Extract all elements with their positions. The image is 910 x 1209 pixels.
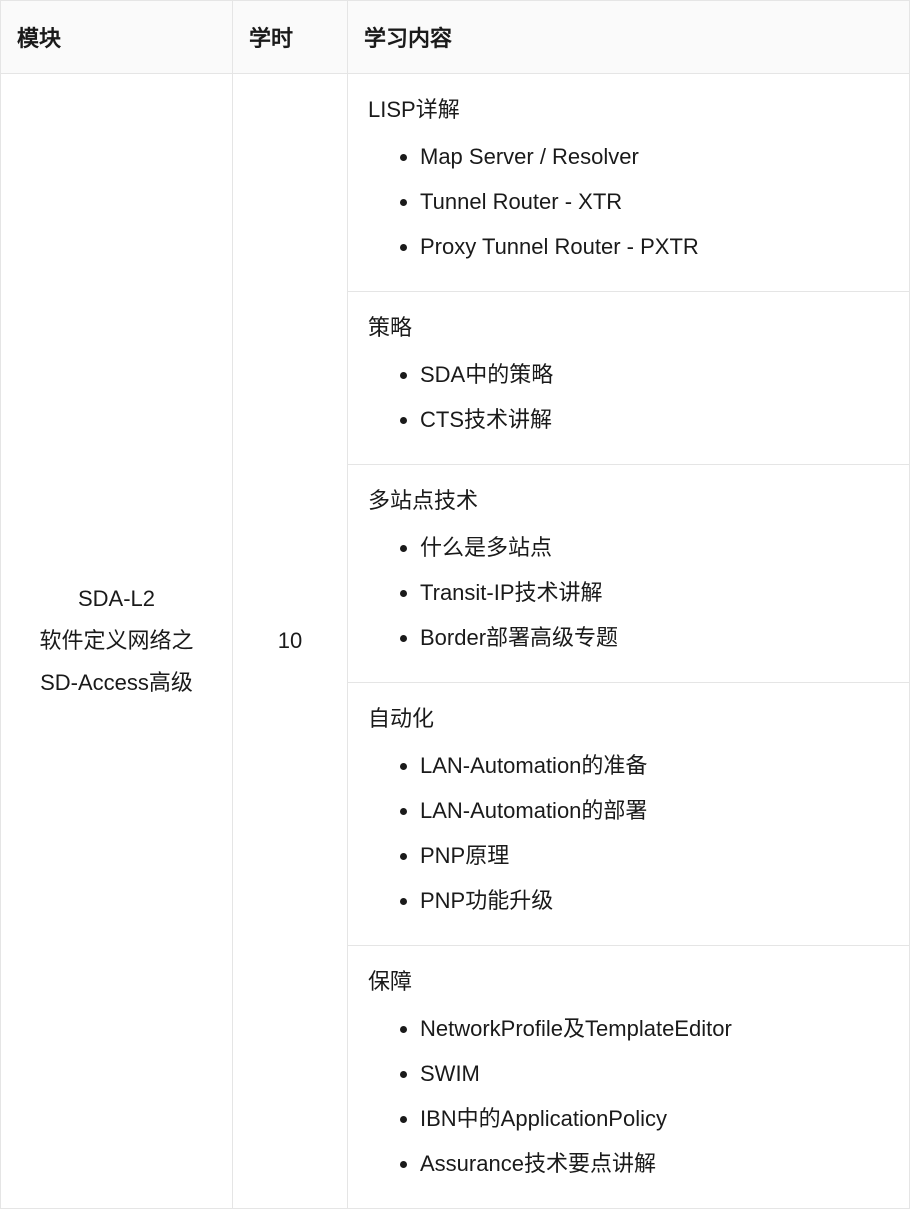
content-section: 策略 SDA中的策略 CTS技术讲解 xyxy=(348,292,909,465)
content-cell: LISP详解 Map Server / Resolver Tunnel Rout… xyxy=(348,74,910,1209)
list-item: Tunnel Router - XTR xyxy=(420,179,889,224)
content-section: 保障 NetworkProfile及TemplateEditor SWIM IB… xyxy=(348,946,909,1208)
list-item: Proxy Tunnel Router - PXTR xyxy=(420,224,889,269)
section-list: LAN-Automation的准备 LAN-Automation的部署 PNP原… xyxy=(368,743,889,923)
section-list: NetworkProfile及TemplateEditor SWIM IBN中的… xyxy=(368,1006,889,1186)
section-title: 自动化 xyxy=(368,701,889,733)
table-row: SDA-L2 软件定义网络之 SD-Access高级 10 LISP详解 Map… xyxy=(1,74,910,1209)
list-item: CTS技术讲解 xyxy=(420,397,889,442)
list-item: Transit-IP技术讲解 xyxy=(420,570,889,615)
list-item: LAN-Automation的部署 xyxy=(420,788,889,833)
module-line: SD-Access高级 xyxy=(17,662,216,704)
list-item: LAN-Automation的准备 xyxy=(420,743,889,788)
list-item: PNP原理 xyxy=(420,833,889,878)
header-hours: 学时 xyxy=(233,1,348,74)
list-item: Assurance技术要点讲解 xyxy=(420,1141,889,1186)
list-item: NetworkProfile及TemplateEditor xyxy=(420,1006,889,1051)
content-section: 多站点技术 什么是多站点 Transit-IP技术讲解 Border部署高级专题 xyxy=(348,465,909,683)
module-line: 软件定义网络之 xyxy=(17,620,216,662)
list-item: SDA中的策略 xyxy=(420,352,889,397)
list-item: Border部署高级专题 xyxy=(420,615,889,660)
content-section: 自动化 LAN-Automation的准备 LAN-Automation的部署 … xyxy=(348,683,909,946)
content-section: LISP详解 Map Server / Resolver Tunnel Rout… xyxy=(348,74,909,292)
section-list: SDA中的策略 CTS技术讲解 xyxy=(368,352,889,442)
table-header-row: 模块 学时 学习内容 xyxy=(1,1,910,74)
list-item: SWIM xyxy=(420,1051,889,1096)
header-content: 学习内容 xyxy=(348,1,910,74)
list-item: PNP功能升级 xyxy=(420,878,889,923)
module-cell: SDA-L2 软件定义网络之 SD-Access高级 xyxy=(1,74,233,1209)
header-module: 模块 xyxy=(1,1,233,74)
list-item: 什么是多站点 xyxy=(420,525,889,570)
module-line: SDA-L2 xyxy=(17,578,216,620)
section-title: 策略 xyxy=(368,310,889,342)
curriculum-table: 模块 学时 学习内容 SDA-L2 软件定义网络之 SD-Access高级 10… xyxy=(0,0,910,1209)
section-list: Map Server / Resolver Tunnel Router - XT… xyxy=(368,134,889,269)
section-list: 什么是多站点 Transit-IP技术讲解 Border部署高级专题 xyxy=(368,525,889,660)
list-item: Map Server / Resolver xyxy=(420,134,889,179)
section-title: 多站点技术 xyxy=(368,483,889,515)
section-title: 保障 xyxy=(368,964,889,996)
list-item: IBN中的ApplicationPolicy xyxy=(420,1096,889,1141)
section-title: LISP详解 xyxy=(368,92,889,124)
hours-cell: 10 xyxy=(233,74,348,1209)
